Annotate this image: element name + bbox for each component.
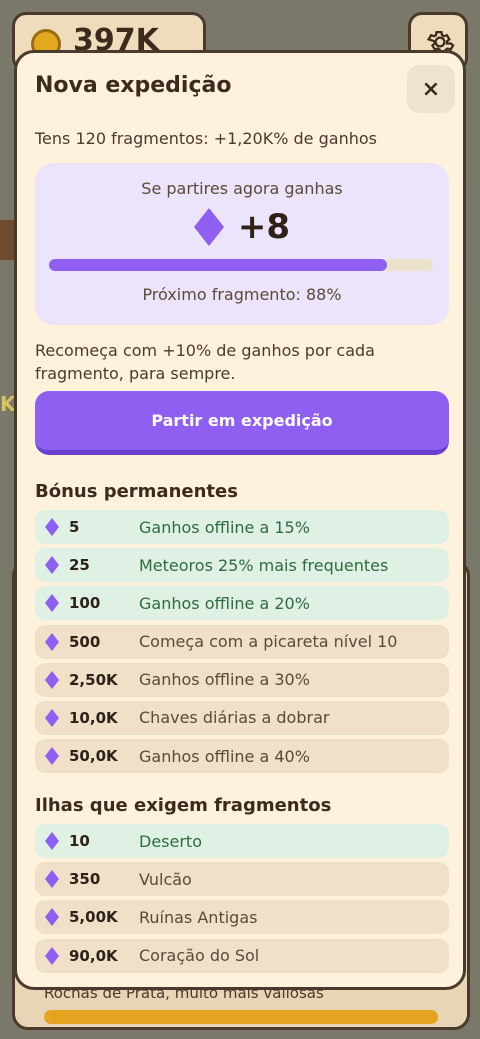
bonus-row: 10,0K Chaves diárias a dobrar xyxy=(35,700,449,735)
cost-label: 25 xyxy=(69,556,90,575)
cost-label: 2,50K xyxy=(69,670,118,689)
gem-icon xyxy=(45,946,59,965)
island-row: 90,0K Coração do Sol xyxy=(35,938,449,973)
gain-panel: Se partires agora ganhas +8 Próximo frag… xyxy=(35,163,449,325)
gain-value: +8 xyxy=(237,207,291,247)
bonus-section-title: Bónus permanentes xyxy=(35,481,238,502)
description-label: Ganhos offline a 30% xyxy=(139,670,310,690)
background-card-bar xyxy=(44,1010,438,1024)
description-label: Chaves diárias a dobrar xyxy=(139,708,330,728)
cost-label: 350 xyxy=(69,870,101,889)
gem-icon xyxy=(45,518,59,536)
gain-label: Se partires agora ganhas xyxy=(141,179,343,198)
description-label: Deserto xyxy=(139,831,202,851)
description-label: Meteoros 25% mais frequentes xyxy=(139,555,389,575)
description-label: Começa com a picareta nível 10 xyxy=(139,632,398,652)
close-icon: × xyxy=(421,76,441,102)
cost-label: 10,0K xyxy=(69,708,118,727)
bonus-row: 100 Ganhos offline a 20% xyxy=(35,586,449,621)
island-row: 10 Deserto xyxy=(35,824,449,858)
gem-icon xyxy=(193,208,224,246)
bonus-row: 50,0K Ganhos offline a 40% xyxy=(35,739,449,774)
next-fragment-label: Próximo fragmento: 88% xyxy=(142,285,342,304)
close-button[interactable]: × xyxy=(407,65,455,113)
bonus-row: 5 Ganhos offline a 15% xyxy=(35,510,449,544)
fragment-progress-bar xyxy=(49,259,433,271)
bonus-row: 25 Meteoros 25% mais frequentes xyxy=(35,548,449,583)
islands-list: 10 Deserto 350 Vulcão 5,00K Ruínas Antigas 90,… xyxy=(35,824,449,977)
description-label: Ganhos offline a 15% xyxy=(139,517,310,537)
description-label: Ganhos offline a 40% xyxy=(139,746,310,766)
description-label: Vulcão xyxy=(139,869,192,889)
gem-icon xyxy=(45,556,59,575)
fragments-info: Tens 120 fragmentos: +1,20K% de ganhos xyxy=(35,129,377,148)
cost-label: 90,0K xyxy=(69,946,118,965)
gem-icon xyxy=(45,670,59,689)
gem-icon xyxy=(45,908,59,927)
start-expedition-button[interactable]: Partir em expedição xyxy=(35,391,449,455)
restart-description: Recomeça com +10% de ganhos por cada fra… xyxy=(35,341,375,383)
gem-icon xyxy=(45,832,59,850)
description-label: Coração do Sol xyxy=(139,946,260,966)
island-row: 350 Vulcão xyxy=(35,862,449,897)
expedition-modal: Nova expedição × Tens 120 fragmentos: +1… xyxy=(14,50,466,990)
gem-icon xyxy=(45,632,59,651)
gem-icon xyxy=(45,870,59,889)
description-label: Ganhos offline a 20% xyxy=(139,593,310,613)
cost-label: 50,0K xyxy=(69,747,118,766)
description-label: Ruínas Antigas xyxy=(139,907,258,927)
cost-label: 5 xyxy=(69,518,80,536)
modal-title: Nova expedição xyxy=(35,73,232,98)
islands-section-title: Ilhas que exigem fragmentos xyxy=(35,795,332,816)
cost-label: 5,00K xyxy=(69,908,118,927)
gain-row: +8 xyxy=(35,207,449,247)
gem-icon xyxy=(45,747,59,766)
bonus-row: 500 Começa com a picareta nível 10 xyxy=(35,624,449,659)
bonus-list: 5 Ganhos offline a 15% 25 Meteoros 25% mais… xyxy=(35,510,449,777)
fragment-progress-fill xyxy=(49,259,387,271)
gem-icon xyxy=(45,594,59,613)
cost-label: 10 xyxy=(69,832,90,850)
cost-label: 100 xyxy=(69,594,101,613)
island-row: 5,00K Ruínas Antigas xyxy=(35,900,449,935)
gem-icon xyxy=(45,708,59,727)
cost-label: 500 xyxy=(69,632,101,651)
bonus-row: 2,50K Ganhos offline a 30% xyxy=(35,662,449,697)
